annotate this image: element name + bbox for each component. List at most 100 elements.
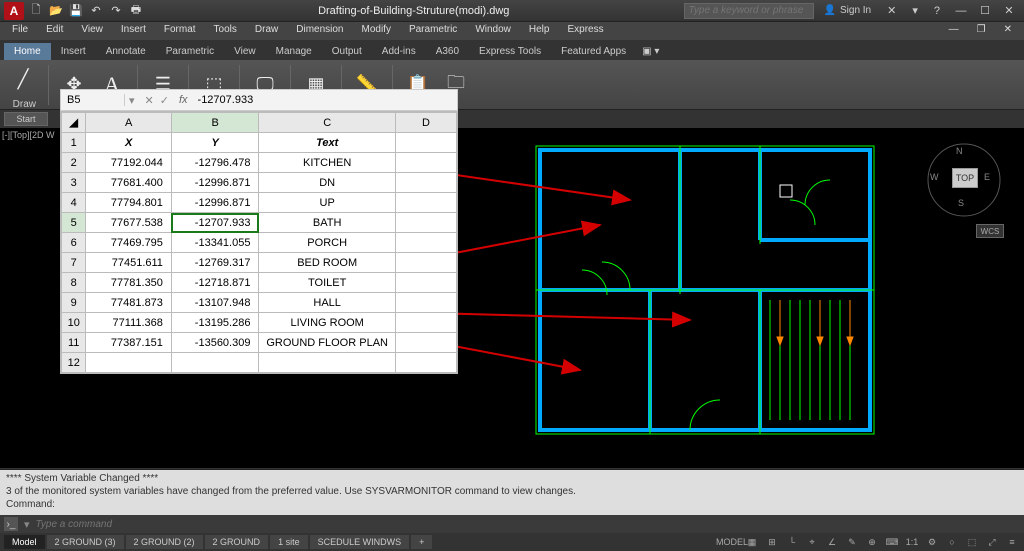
menu-modify[interactable]: Modify (354, 22, 399, 40)
viewcube-north[interactable]: N (956, 146, 963, 156)
doc-close-icon[interactable]: ✕ (996, 22, 1020, 40)
menu-tools[interactable]: Tools (206, 22, 245, 40)
cell[interactable] (395, 333, 456, 353)
tab-express[interactable]: Express Tools (469, 43, 551, 60)
command-history[interactable]: **** System Variable Changed **** 3 of t… (0, 470, 1024, 515)
row-header[interactable]: 5 (62, 213, 86, 233)
iso-icon[interactable]: ○ (944, 535, 960, 549)
cell[interactable]: 77677.538 (86, 213, 172, 233)
menu-edit[interactable]: Edit (38, 22, 71, 40)
cell[interactable] (395, 173, 456, 193)
add-layout-tab[interactable]: + (411, 535, 432, 549)
search-input[interactable] (684, 3, 814, 19)
cell[interactable]: 77469.795 (86, 233, 172, 253)
cell[interactable] (395, 233, 456, 253)
layout-tab[interactable]: 2 GROUND (2) (126, 535, 203, 549)
isoplane-icon[interactable]: ∠ (824, 535, 840, 549)
row-header[interactable]: 9 (62, 293, 86, 313)
command-prompt-icon[interactable]: ›_ (4, 517, 18, 531)
cell[interactable]: -13195.286 (171, 313, 259, 333)
tab-manage[interactable]: Manage (266, 43, 322, 60)
scale-label[interactable]: 1:1 (904, 535, 920, 549)
col-header-d[interactable]: D (395, 113, 456, 133)
header-blank[interactable] (395, 133, 456, 153)
tab-annotate[interactable]: Annotate (96, 43, 156, 60)
cell[interactable]: -12718.871 (171, 273, 259, 293)
cell[interactable]: TOILET (259, 273, 395, 293)
fx-label[interactable]: fx (175, 94, 192, 106)
open-icon[interactable]: 📂 (48, 3, 64, 19)
save-icon[interactable]: 💾 (68, 3, 84, 19)
line-tool-icon[interactable]: ╱ (6, 59, 40, 99)
cell[interactable] (395, 353, 456, 373)
menu-format[interactable]: Format (156, 22, 204, 40)
custom-icon[interactable]: ≡ (1004, 535, 1020, 549)
ribbon-collapse-icon[interactable]: ▣ ▾ (636, 43, 665, 60)
cell[interactable]: -12707.933 (171, 213, 259, 233)
cell[interactable]: -12996.871 (171, 173, 259, 193)
polar-icon[interactable]: ⌖ (804, 535, 820, 549)
cell[interactable] (395, 293, 456, 313)
viewcube-west[interactable]: W (930, 172, 939, 182)
cell[interactable] (86, 353, 172, 373)
tab-view[interactable]: View (224, 43, 266, 60)
cell[interactable]: KITCHEN (259, 153, 395, 173)
header-y[interactable]: Y (171, 133, 259, 153)
undo-icon[interactable]: ↶ (88, 3, 104, 19)
tab-featured[interactable]: Featured Apps (551, 43, 636, 60)
cell[interactable]: LIVING ROOM (259, 313, 395, 333)
tab-a360[interactable]: A360 (426, 43, 469, 60)
header-x[interactable]: X (86, 133, 172, 153)
cell[interactable]: -13560.309 (171, 333, 259, 353)
cell[interactable]: -13107.948 (171, 293, 259, 313)
cell[interactable]: DN (259, 173, 395, 193)
row-header[interactable]: 10 (62, 313, 86, 333)
cell[interactable] (395, 313, 456, 333)
menu-express[interactable]: Express (559, 22, 611, 40)
col-header-c[interactable]: C (259, 113, 395, 133)
name-box[interactable]: B5 (61, 94, 125, 106)
cell[interactable]: 77781.350 (86, 273, 172, 293)
clean-icon[interactable]: ⬚ (964, 535, 980, 549)
cell[interactable]: BED ROOM (259, 253, 395, 273)
cell[interactable] (259, 353, 395, 373)
start-tab[interactable]: Start (4, 112, 48, 126)
col-header-b[interactable]: B (171, 113, 259, 133)
cell[interactable]: UP (259, 193, 395, 213)
cell[interactable]: 77681.400 (86, 173, 172, 193)
tab-addins[interactable]: Add-ins (372, 43, 426, 60)
cell[interactable]: -12769.317 (171, 253, 259, 273)
excel-table[interactable]: ◢ A B C D 1 X Y Text 277192.044-12796.47… (60, 111, 458, 374)
menu-parametric[interactable]: Parametric (401, 22, 465, 40)
row-header[interactable]: 1 (62, 133, 86, 153)
doc-restore-icon[interactable]: ❐ (969, 22, 994, 40)
doc-minimize-icon[interactable]: — (941, 22, 967, 40)
gear-icon[interactable]: ⚙ (924, 535, 940, 549)
ortho-icon[interactable]: └ (784, 535, 800, 549)
formula-input[interactable]: -12707.933 (192, 94, 260, 106)
cell[interactable]: -13341.055 (171, 233, 259, 253)
close-icon[interactable]: ✕ (998, 3, 1020, 19)
tab-insert[interactable]: Insert (51, 43, 96, 60)
layout-tab[interactable]: 1 site (270, 535, 308, 549)
row-header[interactable]: 11 (62, 333, 86, 353)
viewport-label[interactable]: [-][Top][2D W (2, 130, 55, 140)
menu-dimension[interactable]: Dimension (288, 22, 351, 40)
row-header[interactable]: 7 (62, 253, 86, 273)
viewcube-east[interactable]: E (984, 172, 990, 182)
view-cube[interactable]: TOP N S W E (924, 140, 1004, 220)
col-header-a[interactable]: A (86, 113, 172, 133)
menu-view[interactable]: View (73, 22, 111, 40)
anno-icon[interactable]: ⊕ (864, 535, 880, 549)
enter-formula-icon[interactable]: ✓ (160, 94, 169, 107)
maximize-icon[interactable]: ☐ (974, 3, 996, 19)
redo-icon[interactable]: ↷ (108, 3, 124, 19)
layout-tab-model[interactable]: Model (4, 535, 45, 549)
fullscreen-icon[interactable]: ⤢ (984, 535, 1000, 549)
app-logo[interactable]: A (4, 2, 24, 20)
cell[interactable]: 77451.611 (86, 253, 172, 273)
cell[interactable] (395, 213, 456, 233)
cell[interactable]: 77481.873 (86, 293, 172, 313)
tab-output[interactable]: Output (322, 43, 372, 60)
cell[interactable]: 77111.368 (86, 313, 172, 333)
